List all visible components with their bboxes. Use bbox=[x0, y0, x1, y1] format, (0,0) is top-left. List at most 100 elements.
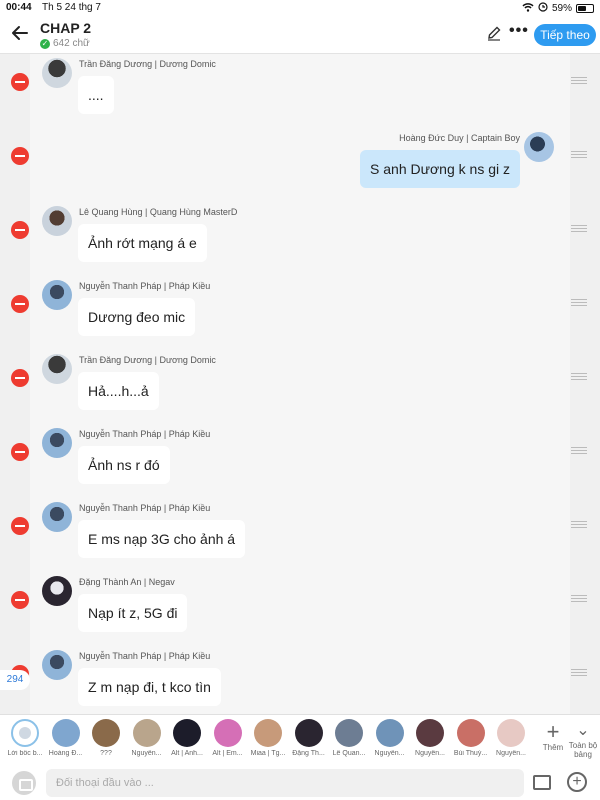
character-avatar bbox=[456, 719, 485, 747]
character-avatar bbox=[132, 719, 161, 747]
word-count: ✓ 642 chữ bbox=[40, 38, 90, 49]
next-chapter-button[interactable]: Tiếp theo bbox=[534, 24, 596, 46]
all-characters-button[interactable]: ⌄ Toàn bộ bảng bbox=[566, 721, 600, 759]
message-bubble[interactable]: Nạp ít z, 5G đi bbox=[78, 594, 188, 632]
sender-name: Đặng Thành An | Negav bbox=[79, 577, 175, 587]
character-item[interactable]: ??? bbox=[87, 719, 125, 757]
character-label: Hoàng Đ... bbox=[48, 750, 83, 757]
drag-handle-icon[interactable] bbox=[571, 151, 587, 158]
message-row: Trần Đăng Dương | Dương Domic.... bbox=[0, 56, 600, 130]
avatar[interactable] bbox=[524, 132, 554, 162]
image-icon[interactable] bbox=[533, 775, 551, 790]
character-avatar bbox=[92, 719, 120, 747]
drag-handle-icon[interactable] bbox=[571, 595, 587, 602]
delete-icon[interactable] bbox=[11, 591, 29, 609]
character-item[interactable]: Nguyễn... bbox=[371, 719, 409, 757]
back-arrow-icon[interactable] bbox=[10, 23, 32, 45]
message-row: Nguyễn Thanh Pháp | Pháp Kiều E ms nạp 3G… bbox=[0, 500, 600, 574]
character-avatar bbox=[335, 719, 363, 747]
avatar[interactable] bbox=[42, 206, 72, 236]
drag-handle-icon[interactable] bbox=[571, 373, 587, 380]
character-avatar bbox=[497, 719, 525, 747]
character-avatar bbox=[51, 719, 80, 747]
drag-handle-icon[interactable] bbox=[571, 225, 587, 232]
drag-handle-icon[interactable] bbox=[571, 447, 587, 454]
delete-icon[interactable] bbox=[11, 443, 29, 461]
avatar[interactable] bbox=[42, 650, 72, 680]
character-item[interactable]: Nguyễn... bbox=[492, 719, 530, 757]
delete-icon[interactable] bbox=[11, 295, 29, 313]
plus-icon: + bbox=[546, 719, 560, 744]
character-label: Nguyễn... bbox=[374, 750, 405, 757]
character-label: Lê Quan... bbox=[332, 750, 366, 757]
character-label: Bùi Thuỳ... bbox=[453, 750, 488, 757]
character-item[interactable]: Đặng Th... bbox=[290, 719, 328, 757]
message-bubble[interactable]: E ms nạp 3G cho ảnh á bbox=[78, 520, 246, 558]
delete-icon[interactable] bbox=[11, 73, 29, 91]
avatar[interactable] bbox=[42, 354, 72, 384]
avatar[interactable] bbox=[42, 576, 72, 606]
character-avatar bbox=[11, 719, 39, 747]
character-label: Đặng Th... bbox=[292, 750, 325, 757]
sender-name: Nguyễn Thanh Pháp | Pháp Kiều bbox=[79, 503, 211, 513]
message-row: Đặng Thành An | Negav Nạp ít z, 5G đi bbox=[0, 574, 600, 648]
message-bubble[interactable]: Hả....h...ả bbox=[78, 372, 159, 410]
add-character-button[interactable]: + Thêm bbox=[536, 719, 570, 753]
page-title: CHAP 2 bbox=[40, 20, 92, 36]
message-bubble[interactable]: Dương đeo mic bbox=[78, 298, 196, 336]
dialogue-mode-icon[interactable] bbox=[12, 771, 36, 795]
character-item[interactable]: Miaa | Tg... bbox=[249, 719, 287, 757]
character-avatar bbox=[254, 719, 282, 747]
message-bubble[interactable]: Ảnh rớt mạng á e bbox=[78, 224, 207, 262]
character-item[interactable]: Bùi Thuỳ... bbox=[452, 719, 490, 757]
battery-icon bbox=[576, 4, 594, 13]
message-row: Nguyễn Thanh Pháp | Pháp Kiều Z m nạp đi,… bbox=[0, 648, 600, 722]
check-icon: ✓ bbox=[40, 38, 50, 49]
sender-name: Trần Đăng Dương | Dương Domic bbox=[79, 355, 216, 365]
status-date: Th 5 24 thg 7 bbox=[42, 2, 101, 13]
status-time: 00:44 bbox=[6, 2, 32, 13]
pencil-icon[interactable] bbox=[486, 25, 502, 41]
input-bar: Đối thoại đầu vào ... + bbox=[0, 766, 600, 800]
avatar[interactable] bbox=[42, 502, 72, 532]
delete-icon[interactable] bbox=[11, 369, 29, 387]
character-label: Alt | Anh... bbox=[171, 750, 203, 757]
chevron-down-icon: ⌄ bbox=[576, 722, 590, 739]
drag-handle-icon[interactable] bbox=[571, 299, 587, 306]
character-avatar bbox=[173, 719, 201, 747]
message-bubble[interactable]: Ảnh ns r đó bbox=[78, 446, 170, 484]
battery-fill bbox=[578, 6, 586, 11]
delete-icon[interactable] bbox=[11, 517, 29, 535]
drag-handle-icon[interactable] bbox=[571, 669, 587, 676]
character-label: Nguyễn... bbox=[415, 750, 445, 757]
delete-icon[interactable] bbox=[11, 147, 29, 165]
character-avatar bbox=[416, 719, 444, 747]
character-item[interactable]: Nguyễn... bbox=[128, 719, 166, 757]
message-bubble[interactable]: S anh Dương k ns gi z bbox=[360, 150, 520, 188]
character-item[interactable]: Nguyễn... bbox=[411, 719, 449, 757]
character-label: Nguyễn... bbox=[496, 750, 526, 757]
drag-handle-icon[interactable] bbox=[571, 521, 587, 528]
dialogue-input[interactable]: Đối thoại đầu vào ... bbox=[46, 769, 524, 797]
character-item[interactable]: Alt | Em... bbox=[209, 719, 247, 757]
message-bubble[interactable]: .... bbox=[78, 76, 114, 114]
message-bubble[interactable]: Z m nạp đi, t kco tìn bbox=[78, 668, 221, 706]
status-right: 59% bbox=[522, 2, 594, 15]
add-icon[interactable]: + bbox=[567, 772, 587, 792]
avatar[interactable] bbox=[42, 428, 72, 458]
avatar[interactable] bbox=[42, 280, 72, 310]
avatar[interactable] bbox=[42, 58, 72, 88]
delete-icon[interactable] bbox=[11, 221, 29, 239]
drag-handle-icon[interactable] bbox=[571, 77, 587, 84]
character-item[interactable]: Alt | Anh... bbox=[168, 719, 206, 757]
narrator-character[interactable]: Lời bốc b... bbox=[6, 719, 44, 757]
add-character-label: Thêm bbox=[542, 743, 564, 752]
sender-name: Nguyễn Thanh Pháp | Pháp Kiều bbox=[79, 429, 211, 439]
message-row: Nguyễn Thanh Pháp | Pháp Kiều Dương đeo m… bbox=[0, 278, 600, 352]
message-count-badge[interactable]: 294 bbox=[0, 670, 30, 690]
character-item[interactable]: Hoàng Đ... bbox=[47, 719, 85, 757]
wifi-icon bbox=[522, 2, 534, 15]
character-item[interactable]: Lê Quan... bbox=[330, 719, 368, 757]
more-options-icon[interactable]: ••• bbox=[509, 22, 529, 40]
character-label: Lời bốc b... bbox=[7, 750, 43, 757]
